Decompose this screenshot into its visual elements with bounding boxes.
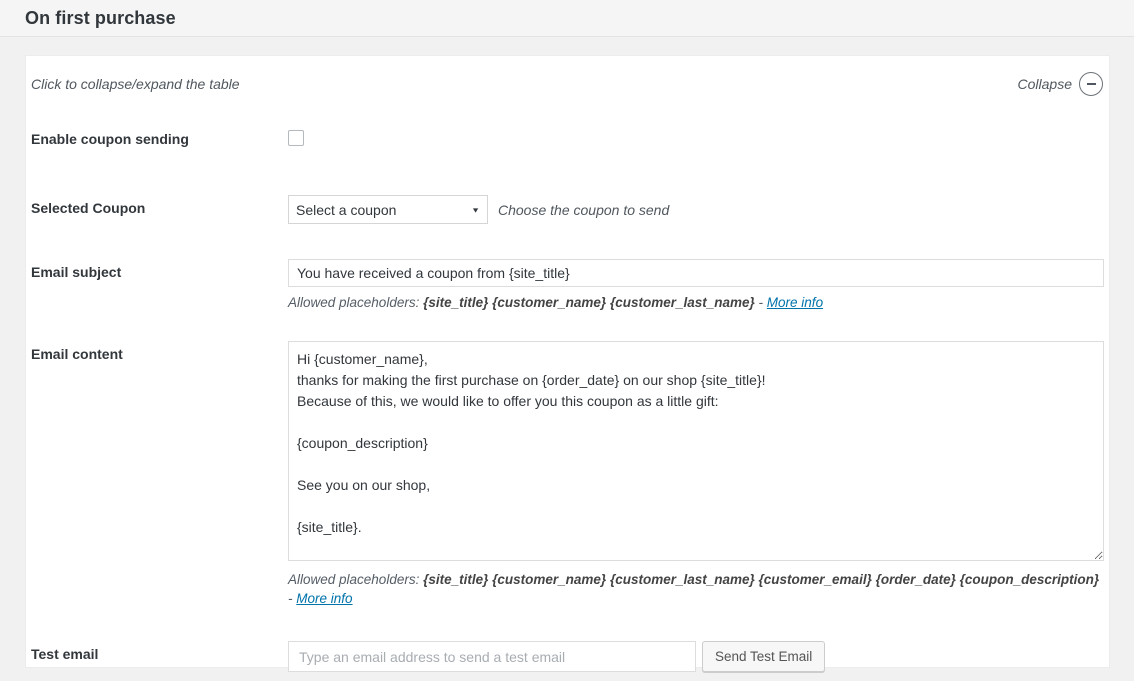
collapse-label[interactable]: Collapse — [1018, 76, 1072, 92]
collapse-hint: Click to collapse/expand the table — [31, 76, 240, 92]
email-subject-input[interactable] — [288, 259, 1104, 287]
coupon-help-text: Choose the coupon to send — [498, 202, 669, 218]
subject-help-placeholders: {site_title} {customer_name} {customer_l… — [423, 295, 755, 310]
subject-placeholders-help: Allowed placeholders: {site_title} {cust… — [288, 293, 1104, 312]
row-email-content: Email content Hi {customer_name}, thanks… — [31, 341, 1103, 608]
row-test-email: Test email Send Test Email — [31, 641, 1103, 672]
email-subject-label: Email subject — [31, 259, 288, 280]
subject-more-info-link[interactable]: More info — [767, 295, 823, 310]
page-title: On first purchase — [25, 8, 176, 29]
content-help-placeholders: {site_title} {customer_name} {customer_l… — [423, 572, 1099, 587]
content-help-prefix: Allowed placeholders: — [288, 572, 419, 587]
coupon-select[interactable]: Select a coupon — [288, 195, 488, 224]
settings-panel: Click to collapse/expand the table Colla… — [25, 55, 1110, 668]
subject-help-separator: - — [759, 295, 764, 310]
enable-coupon-checkbox[interactable] — [288, 130, 304, 146]
content-more-info-link[interactable]: More info — [296, 591, 352, 606]
enable-coupon-label: Enable coupon sending — [31, 126, 288, 147]
test-email-input[interactable] — [288, 641, 696, 672]
row-email-subject: Email subject Allowed placeholders: {sit… — [31, 259, 1103, 312]
collapse-header[interactable]: Click to collapse/expand the table Colla… — [31, 72, 1103, 96]
send-test-email-button[interactable]: Send Test Email — [702, 641, 825, 672]
row-selected-coupon: Selected Coupon Select a coupon ▼ Choose… — [31, 195, 1103, 224]
collapse-minus-icon[interactable] — [1079, 72, 1103, 96]
coupon-select-wrap: Select a coupon ▼ — [288, 195, 488, 224]
email-content-label: Email content — [31, 341, 288, 362]
collapse-toggle[interactable]: Collapse — [1018, 72, 1103, 96]
content-placeholders-help: Allowed placeholders: {site_title} {cust… — [288, 570, 1104, 608]
selected-coupon-label: Selected Coupon — [31, 195, 288, 216]
section-titlebar: On first purchase — [0, 0, 1134, 37]
row-enable-coupon-sending: Enable coupon sending — [31, 126, 1103, 149]
content-help-separator: - — [288, 591, 293, 606]
subject-help-prefix: Allowed placeholders: — [288, 295, 419, 310]
email-content-textarea[interactable]: Hi {customer_name}, thanks for making th… — [288, 341, 1104, 561]
test-email-label: Test email — [31, 641, 288, 662]
